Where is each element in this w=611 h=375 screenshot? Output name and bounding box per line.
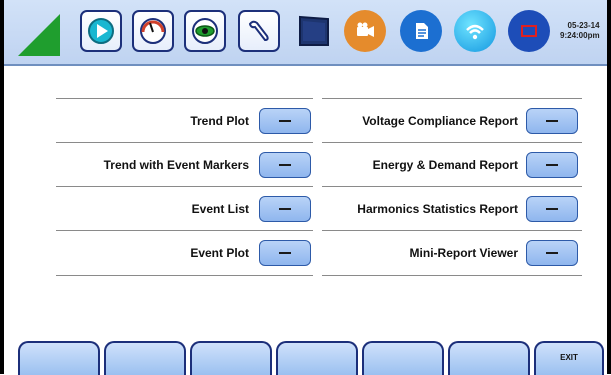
corner-logo	[18, 14, 60, 56]
document-glyph	[416, 23, 428, 39]
event-plot-button[interactable]	[259, 240, 311, 266]
harmonics-statistics-button[interactable]	[526, 196, 578, 222]
report-row-event-plot: Event Plot	[56, 230, 313, 276]
report-label: Energy & Demand Report	[372, 158, 518, 172]
trend-event-markers-button[interactable]	[259, 152, 311, 178]
play-icon[interactable]	[80, 10, 122, 52]
camera-icon[interactable]	[344, 10, 386, 52]
time-text: 9:24:00pm	[560, 31, 600, 40]
document-icon[interactable]	[400, 10, 442, 52]
report-row-trend-plot: Trend Plot	[56, 98, 313, 143]
softkey-2[interactable]	[104, 341, 186, 375]
datetime-display: 05-23-14 9:24:00pm	[560, 21, 600, 41]
softkey-5[interactable]	[362, 341, 444, 375]
monitor-glyph	[299, 15, 329, 46]
date-text: 05-23-14	[567, 21, 600, 30]
mini-report-viewer-button[interactable]	[526, 240, 578, 266]
wrench-glyph	[248, 20, 269, 42]
softkey-6[interactable]	[448, 341, 530, 375]
eye-glyph	[192, 18, 218, 44]
exit-button[interactable]: EXIT	[534, 341, 604, 375]
wrench-icon[interactable]	[238, 10, 280, 52]
trend-plot-button[interactable]	[259, 108, 311, 134]
report-row-event-list: Event List	[56, 186, 313, 231]
gauge-icon[interactable]	[132, 10, 174, 52]
monitor-icon[interactable]	[292, 10, 334, 52]
softkey-4[interactable]	[276, 341, 358, 375]
report-label: Trend with Event Markers	[103, 158, 249, 172]
event-list-button[interactable]	[259, 196, 311, 222]
eye-icon[interactable]	[184, 10, 226, 52]
wifi-glyph	[466, 24, 484, 40]
report-label: Event List	[191, 202, 249, 216]
camera-glyph	[357, 22, 374, 37]
report-label: Trend Plot	[190, 114, 249, 128]
report-label: Voltage Compliance Report	[362, 114, 518, 128]
softkey-1[interactable]	[18, 341, 100, 375]
report-label: Event Plot	[190, 246, 249, 260]
report-row-energy-demand: Energy & Demand Report	[322, 142, 582, 187]
gauge-glyph	[140, 18, 166, 44]
report-row-harmonics-statistics: Harmonics Statistics Report	[322, 186, 582, 231]
top-toolbar: 05-23-14 9:24:00pm	[4, 0, 607, 66]
softkey-3[interactable]	[190, 341, 272, 375]
report-label: Mini-Report Viewer	[409, 246, 518, 260]
app-screen: 05-23-14 9:24:00pm Trend Plot Trend with…	[0, 0, 611, 375]
report-label: Harmonics Statistics Report	[357, 202, 518, 216]
play-glyph	[88, 18, 114, 44]
energy-demand-button[interactable]	[526, 152, 578, 178]
screen-icon[interactable]	[508, 10, 550, 52]
wifi-icon[interactable]	[454, 10, 496, 52]
screen-glyph	[521, 25, 537, 37]
report-row-mini-report: Mini-Report Viewer	[322, 230, 582, 276]
report-row-voltage-compliance: Voltage Compliance Report	[322, 98, 582, 143]
voltage-compliance-button[interactable]	[526, 108, 578, 134]
report-row-trend-event-markers: Trend with Event Markers	[56, 142, 313, 187]
